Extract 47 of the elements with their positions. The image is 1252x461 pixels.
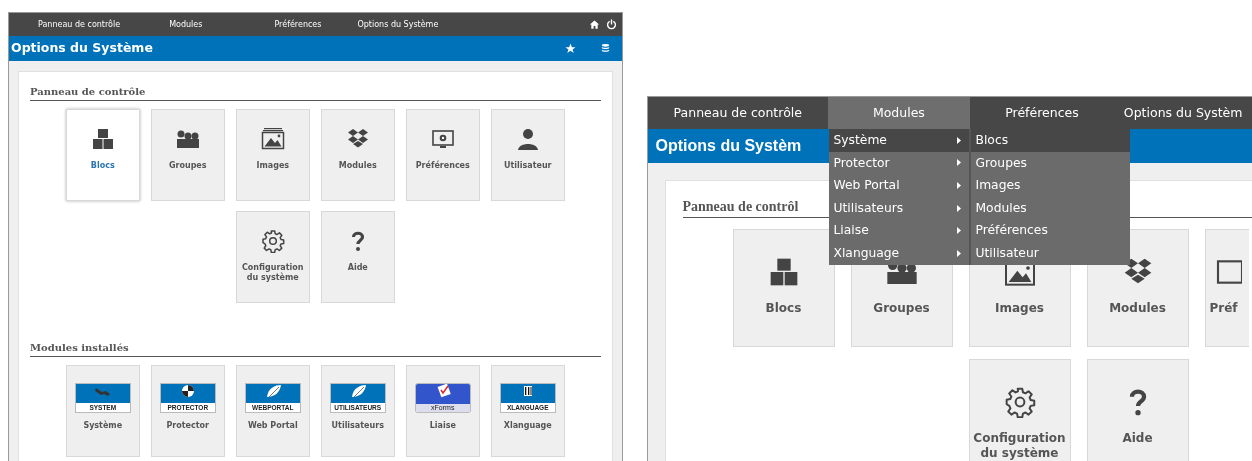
page-title: Options du Système bbox=[11, 39, 153, 58]
submenu-arrow-icon bbox=[956, 136, 961, 144]
shortcut-tile[interactable]: Modules bbox=[320, 109, 395, 201]
database-icon[interactable] bbox=[599, 43, 611, 54]
submenu-arrow-icon bbox=[956, 204, 961, 212]
power-icon[interactable] bbox=[605, 19, 617, 30]
submenu-arrow-icon bbox=[956, 249, 961, 257]
menu-item[interactable]: Blocs bbox=[970, 129, 1130, 152]
shortcut-tile[interactable]: Images bbox=[235, 109, 310, 201]
shortcut-tile[interactable]: Utilisateur bbox=[490, 109, 565, 201]
blocks-icon bbox=[90, 127, 115, 151]
shortcut-tile[interactable]: Blocs bbox=[65, 109, 140, 201]
shortcut-tile[interactable]: Préférences bbox=[405, 109, 480, 201]
nav-link[interactable]: Options du Système bbox=[357, 18, 439, 31]
settings-icon bbox=[260, 229, 285, 253]
submenu-arrow-icon bbox=[956, 182, 961, 189]
submenu-arrow-icon bbox=[956, 159, 961, 167]
shortcut-tile[interactable]: Configuration du système bbox=[235, 211, 310, 303]
user-icon bbox=[515, 127, 540, 151]
image-icon bbox=[260, 127, 285, 151]
settings-icon bbox=[1003, 386, 1036, 418]
menu-item[interactable]: Modules bbox=[970, 196, 1130, 220]
menu-item[interactable]: Web Portal bbox=[828, 174, 969, 197]
nav-link[interactable]: Modules bbox=[169, 18, 203, 31]
shortcut-tile[interactable]: Groupes bbox=[150, 109, 225, 201]
shortcut-tile[interactable]: Aide bbox=[1086, 359, 1189, 461]
nav-link[interactable]: Modules bbox=[828, 97, 970, 129]
nav-link[interactable]: Panneau de contrôle bbox=[38, 18, 121, 31]
submenu-arrow-icon bbox=[956, 227, 961, 235]
home-icon[interactable] bbox=[588, 19, 600, 30]
menu-item[interactable]: Protector bbox=[828, 151, 969, 175]
menu-item[interactable]: Système bbox=[828, 129, 969, 152]
shortcut-tile[interactable]: Configuration du système bbox=[968, 359, 1071, 461]
shortcut-tile[interactable]: Aide bbox=[320, 211, 395, 303]
star-icon[interactable] bbox=[564, 43, 576, 54]
menu-item[interactable]: Groupes bbox=[970, 151, 1130, 175]
nav-link[interactable]: Panneau de contrôle bbox=[647, 97, 829, 129]
menu-item[interactable]: Utilisateurs bbox=[828, 196, 969, 220]
shortcut-tile[interactable]: Préf bbox=[1204, 229, 1249, 347]
nav-link[interactable]: Préférences bbox=[969, 97, 1115, 129]
menu-item[interactable]: Images bbox=[970, 174, 1130, 197]
section-heading: Panneau de contrôle bbox=[30, 84, 601, 101]
page-title: Options du Systèm bbox=[655, 136, 802, 156]
section-heading: Modules installés bbox=[30, 340, 601, 357]
nav-link[interactable]: Préférences bbox=[274, 18, 322, 31]
nav-link[interactable]: Options du Systèm bbox=[1114, 97, 1252, 129]
shortcut-tile[interactable]: Blocs bbox=[732, 229, 835, 347]
